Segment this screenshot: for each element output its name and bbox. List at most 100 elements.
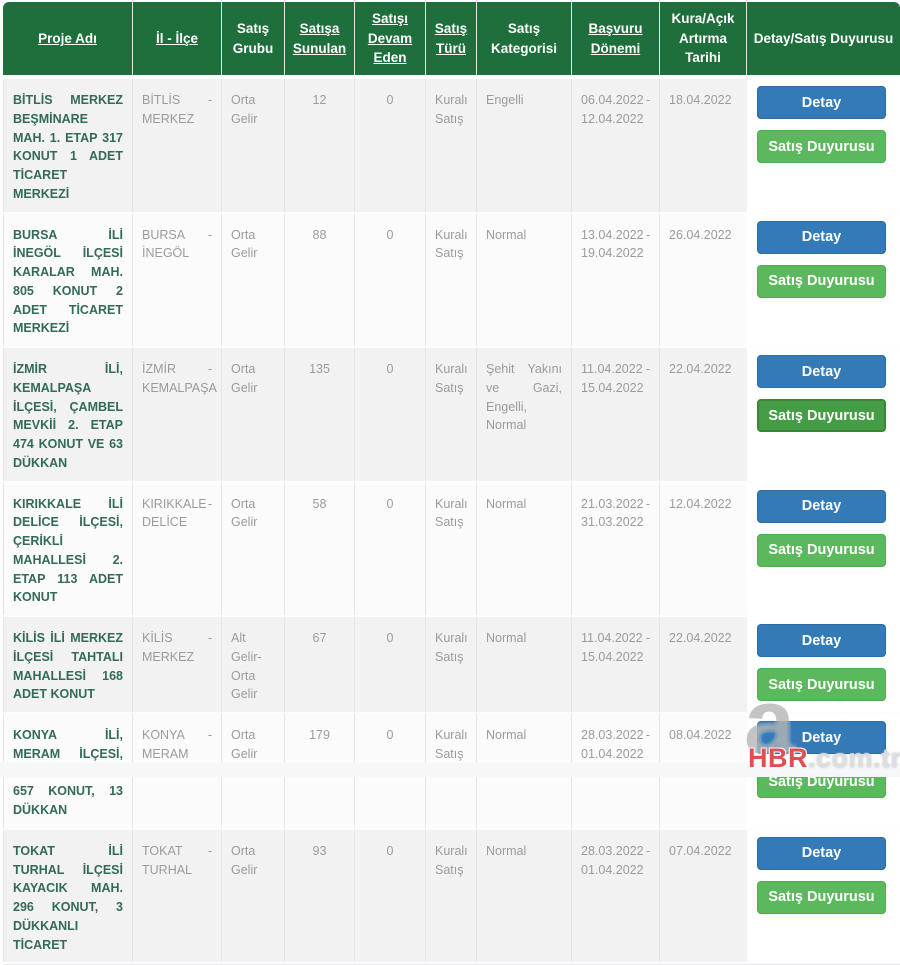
- column-header-2[interactable]: İl - İlçe: [133, 2, 222, 75]
- actions-cell: Detay Satış Duyurusu: [757, 214, 900, 347]
- table-row: İZMİR İLİ, KEMALPAŞA İLÇESİ, ÇAMBEL MEVK…: [3, 348, 900, 483]
- column-header-6[interactable]: Satış Türü: [426, 2, 477, 75]
- detail-button[interactable]: Detay: [757, 721, 886, 754]
- column-header-8[interactable]: Başvuru Dönemi: [572, 2, 660, 75]
- ongoing-count-cell: 0: [355, 214, 426, 347]
- sales-group-cell: Orta Gelir: [222, 79, 285, 212]
- sales-group-cell: Orta Gelir: [222, 483, 285, 616]
- sales-type-cell: Kuralı Satış: [426, 830, 477, 963]
- sales-type-cell: Kuralı Satış: [426, 617, 477, 712]
- table-row: TOKAT İLİ TURHAL İLÇESİ KAYACIK MAH. 296…: [3, 830, 900, 965]
- sales-category-cell: Normal: [477, 830, 572, 963]
- sales-type-cell: Kuralı Satış: [426, 214, 477, 347]
- column-header-4[interactable]: Satışa Sunulan: [285, 2, 355, 75]
- actions-cell: Detay Satış Duyurusu: [757, 830, 900, 963]
- actions-cell: Detay Satış Duyurusu: [757, 348, 900, 481]
- sales-type-cell: Kuralı Satış: [426, 348, 477, 481]
- detail-button[interactable]: Detay: [757, 355, 886, 388]
- province-district-cell: İZMİR - KEMALPAŞA: [133, 348, 222, 481]
- sales-table-page: Proje Adıİl - İlçeSatış GrubuSatışa Sunu…: [0, 0, 900, 777]
- draw-date-cell: 18.04.2022: [660, 79, 747, 212]
- application-end-date: 01.04.2022: [581, 861, 650, 880]
- detail-button[interactable]: Detay: [757, 490, 886, 523]
- application-end-date: 31.03.2022: [581, 513, 650, 532]
- sales-category-cell: Normal: [477, 214, 572, 347]
- sales-announcement-button[interactable]: Satış Duyurusu: [757, 881, 886, 914]
- application-end-date: 19.04.2022: [581, 244, 650, 263]
- column-gutter: [747, 617, 757, 712]
- application-period-dash: -: [646, 495, 650, 514]
- column-header-5[interactable]: Satışı Devam Eden: [355, 2, 426, 75]
- project-name-cell: KİLİS İLİ MERKEZ İLÇESİ TAHTALI MAHALLES…: [3, 617, 133, 712]
- province-label: BİTLİS: [142, 91, 180, 110]
- table-row: BURSA İLİ İNEGÖL İLÇESİ KARALAR MAH. 805…: [3, 214, 900, 349]
- province-district-cell: BİTLİS - MERKEZ: [133, 79, 222, 212]
- application-period-cell: 28.03.2022 - 01.04.2022: [572, 830, 660, 963]
- offered-count-cell: 135: [285, 348, 355, 481]
- application-period-cell: 06.04.2022 - 12.04.2022: [572, 79, 660, 212]
- province-district-dash: -: [208, 360, 212, 379]
- district-label: İNEGÖL: [142, 244, 212, 263]
- draw-date-cell: 12.04.2022: [660, 483, 747, 616]
- sales-announcement-button[interactable]: Satış Duyurusu: [757, 130, 886, 163]
- detail-button[interactable]: Detay: [757, 86, 886, 119]
- actions-cell: Detay Satış Duyurusu: [757, 79, 900, 212]
- column-gutter: [747, 214, 757, 347]
- application-period-dash: -: [646, 226, 650, 245]
- sales-group-cell: Orta Gelir: [222, 214, 285, 347]
- projects-sales-table: Proje Adıİl - İlçeSatış GrubuSatışa Sunu…: [3, 2, 900, 965]
- project-name-cell: BİTLİS MERKEZ BEŞMİNARE MAH. 1. ETAP 317…: [3, 79, 133, 212]
- detail-button[interactable]: Detay: [757, 221, 886, 254]
- application-end-date: 12.04.2022: [581, 110, 650, 129]
- project-name-cell: KIRIKKALE İLİ DELİCE İLÇESİ, ÇERİKLİ MAH…: [3, 483, 133, 616]
- application-start-date: 13.04.2022: [581, 226, 644, 245]
- project-name-cell: İZMİR İLİ, KEMALPAŞA İLÇESİ, ÇAMBEL MEVK…: [3, 348, 133, 481]
- application-end-date: 15.04.2022: [581, 648, 650, 667]
- province-district-cell: KİLİS - MERKEZ: [133, 617, 222, 712]
- application-period-dash: -: [646, 726, 650, 745]
- sales-type-cell: Kuralı Satış: [426, 483, 477, 616]
- application-period-cell: 13.04.2022 - 19.04.2022: [572, 214, 660, 347]
- actions-cell: Detay Satış Duyurusu: [757, 617, 900, 712]
- project-name-cell: BURSA İLİ İNEGÖL İLÇESİ KARALAR MAH. 805…: [3, 214, 133, 347]
- province-label: KONYA: [142, 726, 185, 745]
- province-label: TOKAT: [142, 842, 183, 861]
- draw-date-cell: 22.04.2022: [660, 617, 747, 712]
- table-body: BİTLİS MERKEZ BEŞMİNARE MAH. 1. ETAP 317…: [3, 79, 900, 965]
- district-label: MERKEZ: [142, 648, 212, 667]
- application-period-cell: 11.04.2022 - 15.04.2022: [572, 617, 660, 712]
- column-header-9: Kura/Açık Artırma Tarihi: [660, 2, 747, 75]
- application-start-date: 21.03.2022: [581, 495, 644, 514]
- sales-category-cell: Normal: [477, 617, 572, 712]
- offered-count-cell: 58: [285, 483, 355, 616]
- detail-button[interactable]: Detay: [757, 837, 886, 870]
- detail-button[interactable]: Detay: [757, 624, 886, 657]
- sales-group-cell: Orta Gelir: [222, 348, 285, 481]
- offered-count-cell: 88: [285, 214, 355, 347]
- sales-announcement-button[interactable]: Satış Duyurusu: [757, 399, 886, 432]
- province-label: İZMİR: [142, 360, 176, 379]
- offered-count-cell: 67: [285, 617, 355, 712]
- sales-announcement-button[interactable]: Satış Duyurusu: [757, 265, 886, 298]
- draw-date-cell: 22.04.2022: [660, 348, 747, 481]
- table-row: KİLİS İLİ MERKEZ İLÇESİ TAHTALI MAHALLES…: [3, 617, 900, 714]
- offered-count-cell: 93: [285, 830, 355, 963]
- province-label: KIRIKKALE: [142, 495, 207, 514]
- province-district-cell: BURSA - İNEGÖL: [133, 214, 222, 347]
- offered-count-cell: 12: [285, 79, 355, 212]
- application-period-dash: -: [646, 629, 650, 648]
- application-period-cell: 21.03.2022 - 31.03.2022: [572, 483, 660, 616]
- province-district-cell: KIRIKKALE - DELİCE: [133, 483, 222, 616]
- application-period-dash: -: [646, 91, 650, 110]
- district-label: MERAM: [142, 745, 212, 764]
- ongoing-count-cell: 0: [355, 617, 426, 712]
- column-header-1[interactable]: Proje Adı: [3, 2, 133, 75]
- ongoing-count-cell: 0: [355, 348, 426, 481]
- sales-announcement-button[interactable]: Satış Duyurusu: [757, 534, 886, 567]
- application-end-date: 15.04.2022: [581, 379, 650, 398]
- province-label: KİLİS: [142, 629, 173, 648]
- sales-announcement-button[interactable]: Satış Duyurusu: [757, 668, 886, 701]
- column-gutter: [747, 483, 757, 616]
- sales-type-cell: Kuralı Satış: [426, 79, 477, 212]
- application-start-date: 06.04.2022: [581, 91, 644, 110]
